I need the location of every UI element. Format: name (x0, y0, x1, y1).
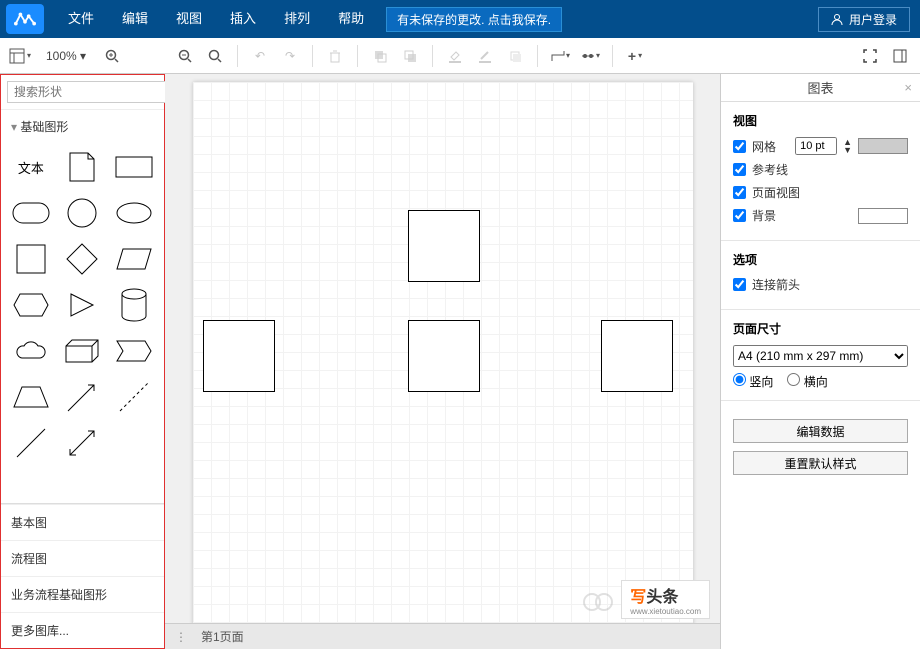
zoom-in-icon[interactable] (100, 44, 124, 68)
background-checkbox[interactable] (733, 209, 746, 222)
layout-icon[interactable]: ▾ (8, 44, 32, 68)
menu-view[interactable]: 视图 (162, 0, 216, 38)
watermark-title-b: 头条 (646, 589, 678, 606)
menu-arrange[interactable]: 排列 (270, 0, 324, 38)
shape-rectangle[interactable] (112, 149, 156, 185)
orient-portrait-radio[interactable]: 竖向 (733, 373, 773, 390)
shape-ellipse[interactable] (112, 195, 156, 231)
format-panel-icon[interactable] (888, 44, 912, 68)
grid-color-swatch[interactable] (858, 138, 908, 154)
shape-double-arrow[interactable] (61, 425, 105, 461)
shape-step[interactable] (112, 333, 156, 369)
menu-insert[interactable]: 插入 (216, 0, 270, 38)
shape-note[interactable] (61, 149, 105, 185)
watermark-title-a: 写 (630, 589, 646, 606)
grid-checkbox[interactable] (733, 140, 746, 153)
zoom-value: 100% (46, 49, 77, 63)
search-shapes-input[interactable] (7, 81, 176, 103)
close-icon[interactable]: × (904, 80, 912, 95)
app-logo[interactable] (6, 4, 44, 34)
connector-icon[interactable]: ▾ (548, 44, 572, 68)
cat-basic[interactable]: 基本图 (1, 504, 164, 540)
watermark-url: www.xietoutiao.com (630, 607, 701, 616)
orient-landscape-radio[interactable]: 横向 (787, 373, 827, 390)
page[interactable] (193, 82, 693, 649)
shape-dashed-line[interactable] (112, 379, 156, 415)
to-back-icon[interactable] (398, 44, 422, 68)
format-title: 图表 (807, 78, 833, 97)
background-color-swatch[interactable] (858, 208, 908, 224)
canvas-shape-rect[interactable] (601, 320, 673, 392)
redo-icon[interactable]: ↷ (278, 44, 302, 68)
menubar: 文件 编辑 视图 插入 排列 帮助 有未保存的更改. 点击我保存. 用户登录 (0, 0, 920, 38)
section-view-title: 视图 (733, 112, 908, 129)
user-icon (831, 13, 843, 25)
shape-text[interactable]: 文本 (9, 149, 53, 185)
zoom-level[interactable]: 100% ▾ (42, 49, 90, 63)
cat-bpmn[interactable]: 业务流程基础图形 (1, 576, 164, 612)
delete-icon[interactable] (323, 44, 347, 68)
page-tab-1[interactable]: 第1页面 (201, 628, 244, 645)
grid-stepper-icon[interactable]: ▲▼ (843, 138, 852, 154)
zoom-fit-icon[interactable] (203, 44, 227, 68)
shape-cylinder[interactable] (112, 287, 156, 323)
shape-rounded-rect[interactable] (9, 195, 53, 231)
pageview-label: 页面视图 (752, 184, 800, 201)
insert-icon[interactable]: +▾ (623, 44, 647, 68)
canvas-shape-rect[interactable] (408, 210, 480, 282)
guides-checkbox[interactable] (733, 163, 746, 176)
section-pagesize-title: 页面尺寸 (733, 320, 908, 337)
canvas-shape-rect[interactable] (203, 320, 275, 392)
waypoint-icon[interactable]: ▾ (578, 44, 602, 68)
pagesize-select[interactable]: A4 (210 mm x 297 mm) (733, 345, 908, 367)
fill-color-icon[interactable] (443, 44, 467, 68)
shape-trapezoid[interactable] (9, 379, 53, 415)
user-login-button[interactable]: 用户登录 (818, 7, 910, 32)
canvas-shape-rect[interactable] (408, 320, 480, 392)
menu-file[interactable]: 文件 (54, 0, 108, 38)
grid-size-input[interactable] (795, 137, 837, 155)
connect-arrow-label: 连接箭头 (752, 276, 800, 293)
shape-line[interactable] (9, 425, 53, 461)
connect-arrow-checkbox[interactable] (733, 278, 746, 291)
user-login-label: 用户登录 (849, 11, 897, 28)
shadow-icon[interactable] (503, 44, 527, 68)
unsaved-notice[interactable]: 有未保存的更改. 点击我保存. (386, 7, 562, 32)
shape-cloud[interactable] (9, 333, 53, 369)
zoom-out-icon[interactable] (173, 44, 197, 68)
shapes-sidebar: 基础图形 文本 (0, 74, 165, 649)
pageview-checkbox[interactable] (733, 186, 746, 199)
page-tabbar: ⋮ 第1页面 (165, 623, 720, 649)
fullscreen-icon[interactable] (858, 44, 882, 68)
menu-help[interactable]: 帮助 (324, 0, 378, 38)
menu-edit[interactable]: 编辑 (108, 0, 162, 38)
grid-label: 网格 (752, 138, 789, 155)
undo-icon[interactable]: ↶ (248, 44, 272, 68)
shape-diamond[interactable] (61, 241, 105, 277)
section-options-title: 选项 (733, 251, 908, 268)
toolbar: ▾ 100% ▾ ↶ ↷ ▾ ▾ +▾ (0, 38, 920, 74)
edit-data-button[interactable]: 编辑数据 (733, 419, 908, 443)
guides-label: 参考线 (752, 161, 788, 178)
page-tabs-menu-icon[interactable]: ⋮ (171, 630, 191, 644)
shape-parallelogram[interactable] (112, 241, 156, 277)
watermark-logo-icon (583, 588, 613, 612)
cat-more[interactable]: 更多图库... (1, 612, 164, 648)
shape-hexagon[interactable] (9, 287, 53, 323)
to-front-icon[interactable] (368, 44, 392, 68)
cat-flowchart[interactable]: 流程图 (1, 540, 164, 576)
line-color-icon[interactable] (473, 44, 497, 68)
reset-style-button[interactable]: 重置默认样式 (733, 451, 908, 475)
background-label: 背景 (752, 207, 852, 224)
watermark: 写头条 www.xietoutiao.com (583, 580, 710, 619)
shape-circle[interactable] (61, 195, 105, 231)
shape-cube[interactable] (61, 333, 105, 369)
canvas-area[interactable]: ⋮ 第1页面 写头条 www.xietoutiao.com (165, 74, 720, 649)
category-basic-shapes[interactable]: 基础图形 (1, 110, 164, 143)
format-panel: 图表 × 视图 网格 ▲▼ 参考线 页面视图 背景 (720, 74, 920, 649)
shape-arrow[interactable] (61, 379, 105, 415)
shape-triangle[interactable] (61, 287, 105, 323)
shape-square[interactable] (9, 241, 53, 277)
